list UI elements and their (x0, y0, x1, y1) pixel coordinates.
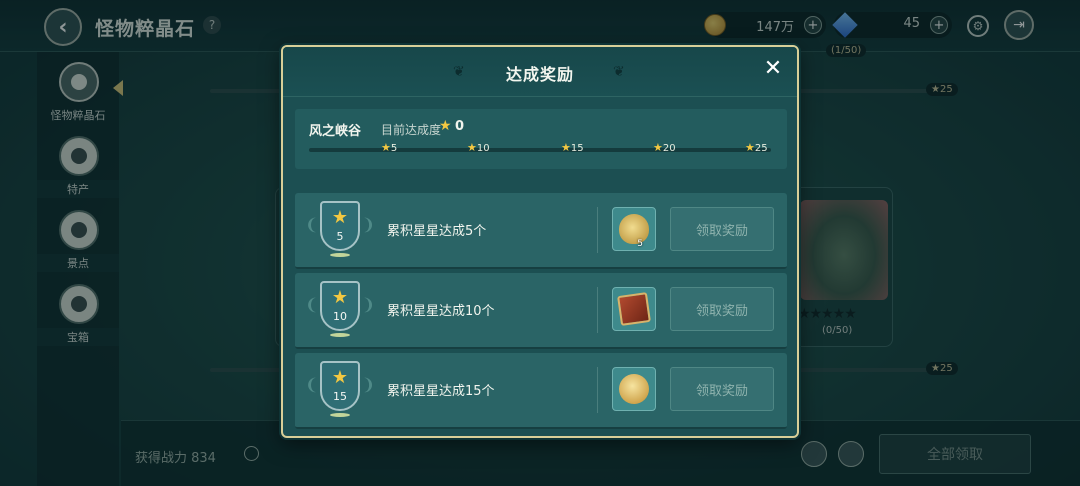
item-quantity: 5 (637, 239, 643, 249)
reward-description: 累积星星达成5个 (387, 224, 487, 239)
modal-title: 达成奖励 (505, 65, 574, 84)
laurel-icon: ❩ (361, 215, 375, 234)
badge-number: 5 (336, 230, 344, 243)
badge-number: 15 (333, 390, 347, 403)
reward-item-slot[interactable] (612, 287, 656, 331)
milestone-20: ★20 (653, 141, 676, 154)
glow-decoration (330, 333, 350, 337)
divider (597, 287, 598, 333)
badge-number: 10 (333, 310, 347, 323)
star-icon: ★ (745, 141, 755, 154)
progress-track (309, 148, 771, 152)
star-icon: ★ (467, 141, 477, 154)
milestone-25: ★25 (745, 141, 768, 154)
laurel-icon: ❩ (361, 295, 375, 314)
reward-description: 累积星星达成15个 (387, 384, 495, 399)
claim-reward-button[interactable]: 领取奖励 (670, 367, 774, 411)
close-button[interactable]: ✕ (761, 57, 785, 81)
modal-header: ❦ 达成奖励 ❦ ✕ (283, 47, 797, 97)
milestone-label: 15 (570, 143, 584, 154)
milestone-15: ★15 (561, 141, 584, 154)
milestone-label: 10 (476, 143, 490, 154)
star-icon: ★ (331, 367, 349, 388)
reward-item-slot[interactable]: 5 (612, 207, 656, 251)
region-name: 风之峡谷 (309, 124, 362, 139)
claim-reward-button[interactable]: 领取奖励 (670, 287, 774, 331)
star-badge: ❨ ★ 5 ❩ (305, 201, 375, 259)
claim-reward-button[interactable]: 领取奖励 (670, 207, 774, 251)
region-progress-panel: 风之峡谷 目前达成度 ★ 0 ★5 ★10 ★15 ★20 ★25 (295, 109, 787, 169)
milestone-5: ★5 (381, 141, 397, 154)
star-badge: ❨ ★ 15 ❩ (305, 361, 375, 419)
star-icon: ★ (331, 207, 349, 228)
divider (597, 207, 598, 253)
star-icon: ★ (439, 118, 452, 134)
reward-description: 累积星星达成10个 (387, 304, 495, 319)
star-icon: ★ (653, 141, 663, 154)
reward-row: ❨ ★ 10 ❩ 累积星星达成10个 领取奖励 (295, 273, 787, 349)
progress-value: 0 (455, 119, 465, 134)
reward-row: ❨ ★ 15 ❩ 累积星星达成15个 领取奖励 (295, 353, 787, 429)
reward-item-slot[interactable] (612, 367, 656, 411)
treasure-bag-icon (619, 374, 649, 404)
star-icon: ★ (381, 141, 391, 154)
gold-bag-icon (619, 214, 649, 244)
star-icon: ★ (331, 287, 349, 308)
milestone-10: ★10 (467, 141, 490, 154)
milestone-label: 20 (662, 143, 676, 154)
star-badge: ❨ ★ 10 ❩ (305, 281, 375, 339)
laurel-icon: ❩ (361, 375, 375, 394)
reward-row: ❨ ★ 5 ❩ 累积星星达成5个 5 领取奖励 (295, 193, 787, 269)
leaf-decoration-icon: ❦ (613, 64, 625, 80)
milestone-label: 5 (390, 143, 398, 154)
divider (597, 367, 598, 413)
milestone-label: 25 (754, 143, 768, 154)
book-icon (617, 292, 651, 326)
star-icon: ★ (561, 141, 571, 154)
glow-decoration (330, 413, 350, 417)
achievement-reward-modal: ❦ 达成奖励 ❦ ✕ 风之峡谷 目前达成度 ★ 0 ★5 ★10 ★15 ★20… (281, 45, 799, 438)
progress-label: 目前达成度 (381, 123, 442, 137)
glow-decoration (330, 253, 350, 257)
